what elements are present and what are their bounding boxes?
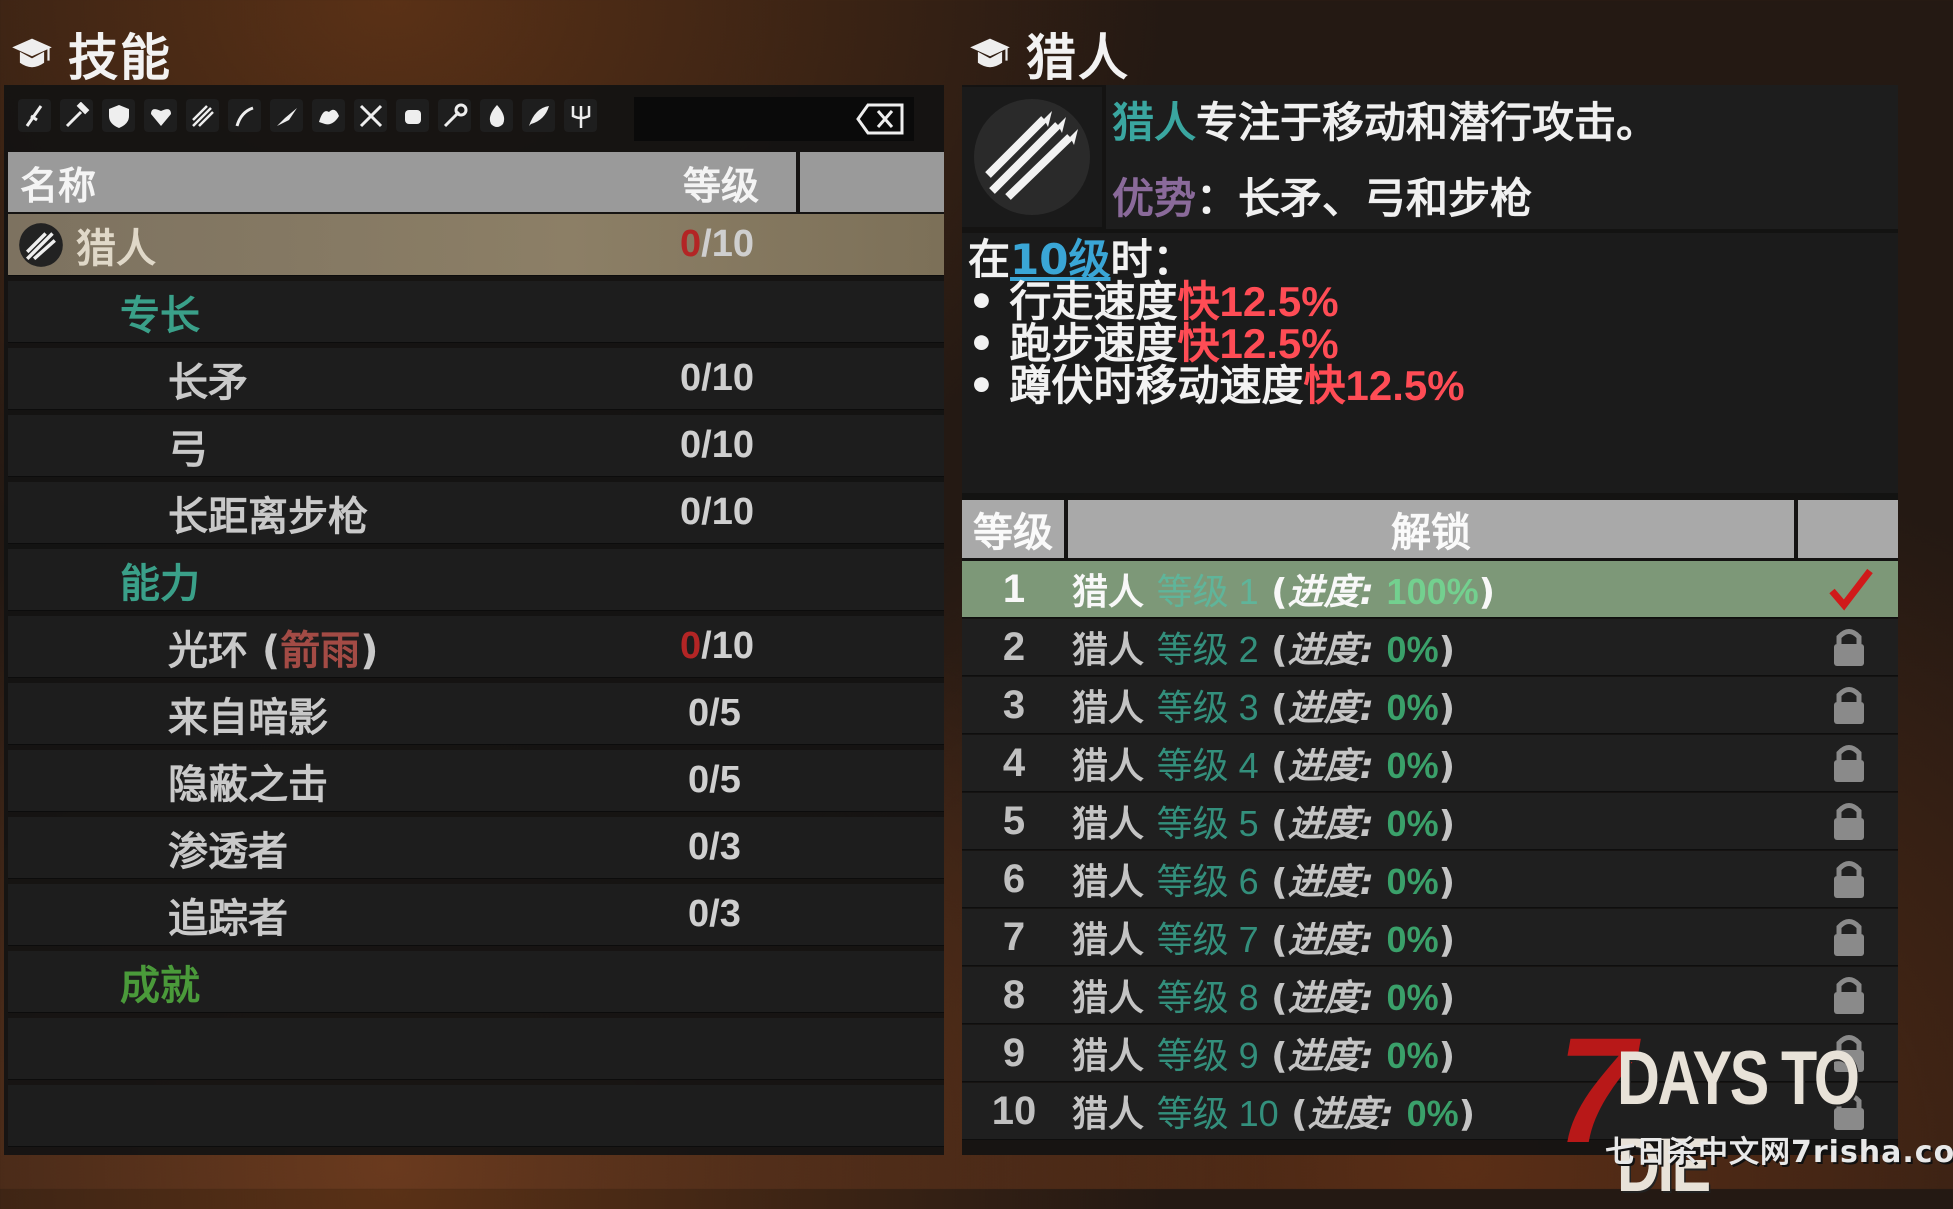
lock-icon — [1834, 919, 1864, 956]
unlock-header: 解锁 — [1068, 500, 1794, 558]
unlock-level-number: 2 — [1002, 624, 1026, 669]
section-header-abilities: 能力 — [8, 549, 944, 611]
column-name-header[interactable]: 名称 — [8, 152, 654, 212]
effect-item: • 行走速度快12.5% — [968, 277, 1339, 326]
unlock-level-number: 6 — [1002, 856, 1026, 901]
beast-icon[interactable] — [312, 99, 345, 132]
effect-item: • 蹲伏时移动速度快12.5% — [968, 361, 1465, 410]
heart-shield-icon[interactable] — [144, 99, 177, 132]
unlock-label: 猎人 等级 4 (进度: 0%) — [1072, 745, 1456, 787]
skills-title: 技能 — [68, 29, 172, 87]
unlock-row[interactable]: 1 猎人 等级 1 (进度: 100%) — [962, 561, 1898, 618]
unlock-level-number: 7 — [1002, 914, 1026, 959]
skill-row[interactable]: 长矛 0/10 — [8, 348, 944, 410]
unlock-level-header: 等级 — [962, 500, 1064, 558]
column-level-header[interactable]: 等级 — [646, 152, 796, 212]
section-header-achievements: 成就 — [8, 951, 944, 1013]
attribute-icon[interactable] — [18, 99, 51, 132]
category-filter-bar — [18, 99, 597, 132]
unlock-level-number: 9 — [1002, 1030, 1026, 1075]
unlock-label: 猎人 等级 5 (进度: 0%) — [1072, 803, 1456, 845]
column-extra-header — [800, 152, 944, 212]
crossed-tools-icon[interactable] — [354, 99, 387, 132]
perk-title: 猎人 — [1026, 29, 1130, 87]
unlock-status-header — [1798, 500, 1898, 558]
unlock-level-number: 8 — [1002, 972, 1026, 1017]
unlock-level-number: 3 — [1002, 682, 1026, 727]
lock-icon — [1834, 629, 1864, 666]
skill-search-input[interactable] — [634, 97, 914, 141]
wrench-icon[interactable] — [438, 99, 471, 132]
graduation-cap-icon — [970, 38, 1010, 68]
knife-icon[interactable] — [270, 99, 303, 132]
skill-level: 0/10 — [680, 223, 754, 265]
unlock-label: 猎人 等级 8 (进度: 0%) — [1072, 977, 1456, 1019]
feather-icon[interactable] — [522, 99, 555, 132]
game-logo: 7 DAYS TO DIE 七日杀中文网7risha.com — [1540, 1006, 1953, 1208]
section-header-specialty: 专长 — [8, 281, 944, 343]
skill-row[interactable]: 长距离步枪 0/10 — [8, 482, 944, 544]
unlock-label: 猎人 等级 2 (进度: 0%) — [1072, 629, 1456, 671]
skill-row[interactable]: 弓 0/10 — [8, 415, 944, 477]
unlock-row[interactable]: 4 猎人 等级 4 (进度: 0%) — [962, 735, 1898, 792]
skill-row[interactable]: 来自暗影 0/5 — [8, 683, 944, 745]
skill-row[interactable]: 隐蔽之击 0/5 — [8, 750, 944, 812]
whip-icon[interactable] — [228, 99, 261, 132]
empty-row — [8, 1085, 944, 1147]
unlock-row[interactable]: 6 猎人 等级 6 (进度: 0%) — [962, 851, 1898, 908]
level-effects: 在10级时： • 行走速度快12.5% • 跑步速度快12.5% • 蹲伏时移动… — [962, 233, 1898, 493]
skill-row[interactable]: 追踪者 0/3 — [8, 884, 944, 946]
trident-icon[interactable] — [564, 99, 597, 132]
skills-header: 技能 — [10, 18, 172, 90]
unlock-level-number: 4 — [1002, 740, 1026, 785]
level-effects-heading: 在10级时： — [968, 235, 1195, 284]
unlock-row[interactable]: 7 猎人 等级 7 (进度: 0%) — [962, 909, 1898, 966]
perk-detail-panel: 猎人专注于移动和潜行攻击。 优势：长矛、弓和步枪 在10级时： • 行走速度快1… — [962, 85, 1898, 1155]
shield-icon[interactable] — [102, 99, 135, 132]
flame-icon[interactable] — [480, 99, 513, 132]
unlock-level-number: 1 — [1002, 566, 1026, 611]
unlock-label: 猎人 等级 3 (进度: 0%) — [1072, 687, 1456, 729]
empty-row — [8, 1018, 944, 1080]
checkmark-icon — [1829, 568, 1873, 611]
perk-description: 猎人专注于移动和潜行攻击。 优势：长矛、弓和步枪 — [1106, 85, 1898, 229]
clear-search-icon[interactable] — [856, 101, 906, 137]
unlock-level-number: 10 — [991, 1088, 1037, 1133]
arrows-icon[interactable] — [186, 99, 219, 132]
effect-item: • 跑步速度快12.5% — [968, 319, 1339, 368]
perk-header: 猎人 — [968, 18, 1130, 90]
lock-icon — [1834, 803, 1864, 840]
lock-icon — [1834, 861, 1864, 898]
lock-icon — [1834, 977, 1864, 1014]
unlock-label: 猎人 等级 9 (进度: 0%) — [1072, 1035, 1456, 1077]
hunter-attribute-icon — [19, 222, 63, 267]
unlock-label: 猎人 等级 7 (进度: 0%) — [1072, 919, 1456, 961]
unlock-row[interactable]: 2 猎人 等级 2 (进度: 0%) — [962, 619, 1898, 676]
unlock-row[interactable]: 3 猎人 等级 3 (进度: 0%) — [962, 677, 1898, 734]
lock-icon — [1834, 745, 1864, 782]
unlock-label: 猎人 等级 10 (进度: 0%) — [1072, 1093, 1476, 1135]
unlock-row[interactable]: 5 猎人 等级 5 (进度: 0%) — [962, 793, 1898, 850]
hunter-perk-icon — [962, 87, 1102, 227]
graduation-cap-icon — [12, 38, 52, 68]
unlock-label: 猎人 等级 6 (进度: 0%) — [1072, 861, 1456, 903]
skill-row[interactable]: 光环 (箭雨) 0/10 — [8, 616, 944, 678]
unlock-level-number: 5 — [1002, 798, 1026, 843]
fist-icon[interactable] — [396, 99, 429, 132]
hammer-icon[interactable] — [60, 99, 93, 132]
unlock-label: 猎人 等级 1 (进度: 100%) — [1072, 571, 1496, 613]
skill-row-hunter[interactable]: 猎人 0/10 — [8, 214, 944, 276]
skills-panel: 名称 等级 猎人 0/10 专长 长矛 0/10 弓 0/10 长距离步枪 0/… — [4, 85, 944, 1155]
skill-row[interactable]: 渗透者 0/3 — [8, 817, 944, 879]
lock-icon — [1834, 687, 1864, 724]
